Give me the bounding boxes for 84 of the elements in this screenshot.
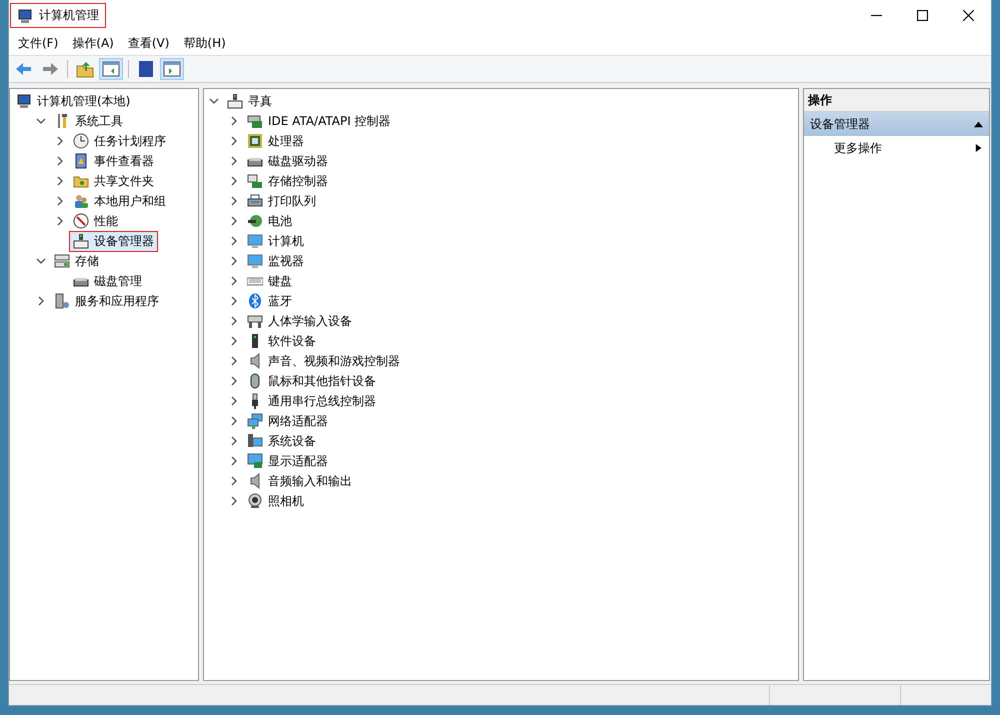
expander-icon[interactable] bbox=[54, 176, 64, 186]
expander-icon[interactable] bbox=[36, 296, 46, 306]
tree-item[interactable]: 鼠标和其他指针设备 bbox=[243, 370, 380, 392]
device-icon bbox=[73, 233, 89, 249]
action-link[interactable]: 更多操作 bbox=[834, 140, 882, 156]
computer-icon bbox=[17, 8, 33, 24]
webcam-icon bbox=[247, 493, 263, 509]
actions-header: 操作 bbox=[804, 89, 989, 112]
computer-icon bbox=[16, 93, 32, 109]
system-icon bbox=[247, 433, 263, 449]
window-title: 计算机管理 bbox=[10, 3, 106, 28]
expander-icon[interactable] bbox=[54, 156, 64, 166]
tree-item[interactable]: 系统设备 bbox=[243, 430, 320, 452]
tree-item[interactable]: 电池 bbox=[243, 210, 296, 232]
tree-item[interactable]: 系统工具 bbox=[50, 110, 127, 132]
expander-icon[interactable] bbox=[36, 256, 46, 266]
network-icon bbox=[247, 413, 263, 429]
tree-item[interactable]: 照相机 bbox=[243, 490, 308, 512]
circuit-board-icon bbox=[247, 113, 263, 129]
users-icon bbox=[73, 193, 89, 209]
back-arrow-icon bbox=[15, 60, 33, 78]
tree-item[interactable]: 计算机 bbox=[243, 230, 308, 252]
server-icon bbox=[54, 293, 70, 309]
actions-section-header[interactable]: 设备管理器 bbox=[804, 112, 989, 136]
tree-item[interactable]: 磁盘驱动器 bbox=[243, 150, 332, 172]
tree-item[interactable]: IDE ATA/ATAPI 控制器 bbox=[243, 110, 395, 132]
menu-item[interactable]: 文件(F) bbox=[11, 34, 66, 52]
expander-icon[interactable] bbox=[36, 116, 46, 126]
tree-item[interactable]: 显示适配器 bbox=[243, 450, 332, 472]
battery-plug-icon bbox=[247, 213, 263, 229]
menu-item[interactable]: 操作(A) bbox=[65, 34, 121, 52]
monitor-icon bbox=[247, 253, 263, 269]
tree-item[interactable]: 服务和应用程序 bbox=[50, 290, 163, 312]
expander-icon[interactable] bbox=[54, 136, 64, 146]
tree-item[interactable]: 性能 bbox=[69, 210, 122, 232]
show-pane-icon bbox=[163, 60, 181, 78]
bluetooth-icon bbox=[247, 293, 263, 309]
maximize-icon bbox=[916, 10, 928, 21]
show-tree-icon bbox=[102, 60, 120, 78]
tree-item[interactable]: 寻真 bbox=[223, 90, 276, 112]
chip-icon bbox=[247, 133, 263, 149]
tree-item[interactable]: 打印队列 bbox=[243, 190, 320, 212]
show-tree-button[interactable] bbox=[99, 58, 123, 80]
tree-item[interactable]: 事件查看器 bbox=[69, 150, 158, 172]
tree-item[interactable]: 磁盘管理 bbox=[69, 270, 146, 292]
display-adapter-icon bbox=[247, 453, 263, 469]
tree-item[interactable]: 监视器 bbox=[243, 250, 308, 272]
tree-item[interactable]: 处理器 bbox=[243, 130, 308, 152]
tree-item[interactable]: 蓝牙 bbox=[243, 290, 296, 312]
tree-item[interactable]: 音频输入和输出 bbox=[243, 470, 356, 492]
folder-up-icon bbox=[76, 60, 94, 78]
show-pane-button[interactable] bbox=[160, 58, 184, 80]
tree-item[interactable]: 任务计划程序 bbox=[69, 130, 170, 152]
close-icon bbox=[962, 10, 974, 21]
tree-item[interactable]: 声音、视频和游戏控制器 bbox=[243, 350, 404, 372]
event-log-icon bbox=[73, 153, 89, 169]
expander-icon[interactable] bbox=[54, 196, 64, 206]
menu-item[interactable]: 查看(V) bbox=[120, 34, 176, 52]
expander-icon[interactable] bbox=[208, 96, 218, 106]
monitor-icon bbox=[247, 233, 263, 249]
menu-item[interactable]: 帮助(H) bbox=[176, 34, 233, 52]
help-icon bbox=[137, 60, 155, 78]
collapse-icon[interactable] bbox=[974, 120, 983, 128]
printer-icon bbox=[247, 193, 263, 209]
device-icon bbox=[227, 93, 243, 109]
tree-item[interactable]: 人体学输入设备 bbox=[243, 310, 356, 332]
tree-item[interactable]: 网络适配器 bbox=[243, 410, 332, 432]
tree-item[interactable]: 通用串行总线控制器 bbox=[243, 390, 380, 412]
submenu-arrow-icon bbox=[975, 143, 983, 153]
tree-item[interactable]: 本地用户和组 bbox=[69, 190, 170, 212]
clock-icon bbox=[73, 133, 89, 149]
tree-item[interactable]: 键盘 bbox=[243, 270, 296, 292]
input-device-icon bbox=[247, 313, 263, 329]
forward-arrow-icon bbox=[41, 60, 59, 78]
gauge-icon bbox=[73, 213, 89, 229]
tree-item[interactable]: 软件设备 bbox=[243, 330, 320, 352]
storage-icon bbox=[54, 253, 70, 269]
tree-item[interactable]: 存储 bbox=[50, 250, 103, 272]
storage-controller-icon bbox=[247, 173, 263, 189]
tree-item[interactable]: 共享文件夹 bbox=[69, 170, 158, 192]
tree-item[interactable]: 存储控制器 bbox=[243, 170, 332, 192]
tree-item[interactable]: 设备管理器 bbox=[69, 230, 158, 252]
tree-item[interactable]: 计算机管理(本地) bbox=[12, 90, 134, 112]
expander-icon[interactable] bbox=[54, 216, 64, 226]
